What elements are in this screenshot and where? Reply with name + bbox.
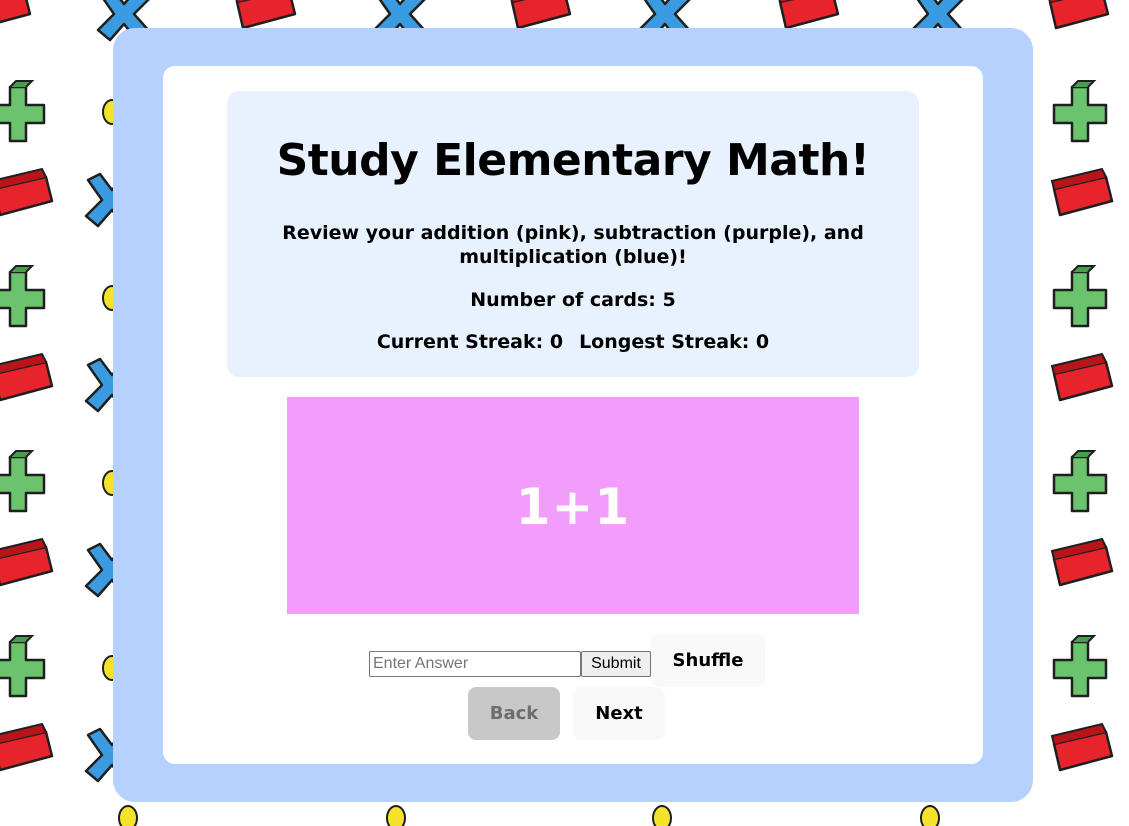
plus-icon bbox=[0, 449, 46, 513]
flashcard[interactable]: 1+1 bbox=[287, 397, 859, 614]
longest-streak: Longest Streak: 0 bbox=[579, 331, 770, 353]
minus-icon bbox=[1050, 352, 1114, 402]
minus-icon bbox=[0, 722, 54, 772]
minus-icon bbox=[0, 0, 32, 30]
plus-icon bbox=[0, 79, 46, 143]
shuffle-button[interactable]: Shuffle bbox=[651, 634, 765, 687]
page-title: Study Elementary Math! bbox=[276, 135, 870, 186]
current-streak: Current Streak: 0 bbox=[376, 331, 564, 353]
plus-icon bbox=[0, 634, 46, 698]
minus-icon bbox=[0, 167, 54, 217]
app-frame: Study Elementary Math! Review your addit… bbox=[113, 28, 1033, 802]
answer-input[interactable] bbox=[369, 651, 581, 677]
minus-icon bbox=[0, 352, 54, 402]
divide-icon bbox=[920, 805, 940, 826]
minus-icon bbox=[508, 0, 572, 30]
divide-icon bbox=[386, 805, 406, 826]
minus-icon bbox=[1050, 167, 1114, 217]
plus-icon bbox=[1052, 634, 1108, 698]
divide-icon bbox=[118, 805, 138, 826]
minus-icon bbox=[1050, 537, 1114, 587]
plus-icon bbox=[1052, 264, 1108, 328]
minus-icon bbox=[233, 0, 297, 30]
card-count: Number of cards: 5 bbox=[470, 289, 676, 311]
page-subtitle: Review your addition (pink), subtraction… bbox=[282, 222, 864, 268]
back-button[interactable]: Back bbox=[468, 687, 560, 740]
header-panel: Study Elementary Math! Review your addit… bbox=[227, 91, 919, 377]
plus-icon bbox=[1052, 449, 1108, 513]
streak-info: Current Streak: 0 Longest Streak: 0 bbox=[227, 330, 919, 354]
minus-icon bbox=[0, 537, 54, 587]
divide-icon bbox=[652, 805, 672, 826]
submit-button[interactable]: Submit bbox=[581, 651, 651, 677]
next-button[interactable]: Next bbox=[573, 687, 665, 740]
plus-icon bbox=[1052, 79, 1108, 143]
minus-icon bbox=[776, 0, 840, 30]
plus-icon bbox=[0, 264, 46, 328]
main-card: Study Elementary Math! Review your addit… bbox=[163, 66, 983, 764]
flashcard-question: 1+1 bbox=[515, 477, 631, 536]
minus-icon bbox=[1050, 722, 1114, 772]
minus-icon bbox=[1046, 0, 1110, 30]
